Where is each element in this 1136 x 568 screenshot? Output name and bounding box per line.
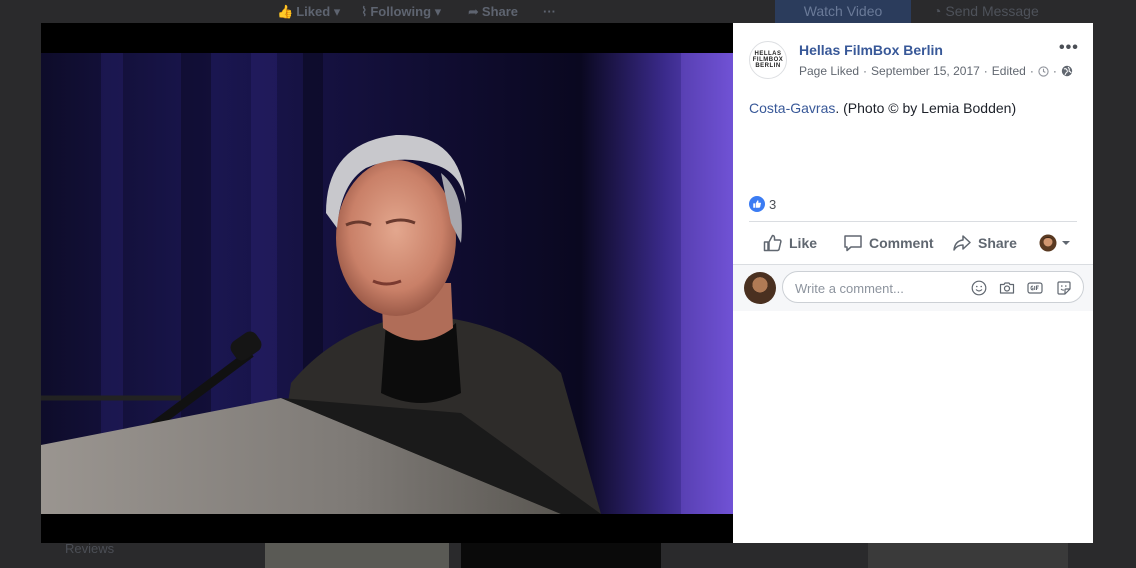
page-logo: HELLAS FILMBOX BERLIN: [752, 51, 784, 69]
camera-icon[interactable]: [999, 280, 1015, 296]
thumbs-up-icon: 👍: [277, 4, 294, 19]
share-label: Share: [978, 235, 1017, 251]
bg-send-message-button: ◔ Send Message: [933, 3, 1039, 19]
comment-label: Comment: [869, 235, 934, 251]
photo-viewer[interactable]: [41, 23, 733, 543]
post-action-bar: Like Comment Share: [749, 221, 1077, 265]
comment-icon: [844, 235, 862, 252]
emoji-icon[interactable]: [971, 280, 987, 296]
caret-down-icon: [1062, 241, 1070, 245]
comment-composer: Write a comment...: [733, 264, 1093, 311]
reactions-summary[interactable]: 3: [749, 196, 776, 212]
globe-icon[interactable]: [1061, 65, 1073, 77]
post-as-selector[interactable]: [1039, 234, 1071, 252]
share-icon: ➦: [468, 4, 479, 19]
meta-separator: ·: [863, 64, 868, 78]
photo[interactable]: [41, 53, 733, 514]
commenter-avatar: [744, 272, 776, 304]
caption-text: . (Photo © by Lemia Bodden): [835, 100, 1017, 116]
meta-separator: ·: [1029, 64, 1034, 78]
post-meta: Page Liked · September 15, 2017 · Edited…: [799, 64, 1073, 78]
caption-link[interactable]: Costa-Gavras: [749, 100, 835, 116]
bg-more-button: ···: [543, 4, 556, 19]
like-label: Like: [789, 235, 818, 251]
bg-liked-button: 👍 Liked ▾: [277, 4, 341, 19]
more-options-icon[interactable]: •••: [1059, 39, 1079, 57]
thumbs-up-icon: [763, 234, 782, 252]
page-name-link[interactable]: Hellas FilmBox Berlin: [799, 42, 943, 58]
share-arrow-icon: [953, 235, 971, 251]
edited-label[interactable]: Edited: [992, 64, 1026, 78]
meta-separator: ·: [1052, 64, 1057, 78]
bg-thumbnail: [461, 543, 661, 568]
bg-reviews-tab: Reviews: [65, 541, 115, 556]
sticker-icon[interactable]: [1056, 280, 1072, 296]
like-button[interactable]: Like: [763, 234, 817, 252]
post-caption: Costa-Gavras. (Photo © by Lemia Bodden): [749, 100, 1016, 116]
bg-share-button: ➦ Share: [468, 4, 519, 19]
bg-watch-video-button: Watch Video: [775, 0, 911, 23]
messenger-icon: ◔: [933, 3, 942, 19]
comment-input[interactable]: Write a comment...: [782, 271, 1084, 303]
post-side-panel: HELLAS FILMBOX BERLIN Hellas FilmBox Ber…: [733, 23, 1093, 543]
user-avatar-icon: [1039, 234, 1057, 252]
bg-following-button: ⌇ Following ▾: [361, 4, 442, 19]
page-avatar[interactable]: HELLAS FILMBOX BERLIN: [749, 41, 787, 79]
reaction-count: 3: [769, 196, 777, 212]
share-button[interactable]: Share: [952, 234, 1017, 252]
bg-thumbnail: [265, 543, 449, 568]
gif-icon[interactable]: [1027, 280, 1043, 296]
meta-separator: ·: [983, 64, 988, 78]
bg-thumbnail: [868, 543, 1068, 568]
like-reaction-icon: [749, 196, 765, 212]
background-toolbar: 👍 Liked ▾ ⌇ Following ▾ ➦ Share ··· Watch V…: [0, 0, 1136, 23]
comment-button[interactable]: Comment: [843, 234, 934, 252]
comment-placeholder: Write a comment...: [795, 281, 904, 296]
page-liked-label[interactable]: Page Liked: [799, 64, 859, 78]
post-date[interactable]: September 15, 2017: [871, 64, 980, 78]
clock-icon: [1038, 65, 1049, 77]
rss-icon: ⌇: [361, 4, 368, 19]
